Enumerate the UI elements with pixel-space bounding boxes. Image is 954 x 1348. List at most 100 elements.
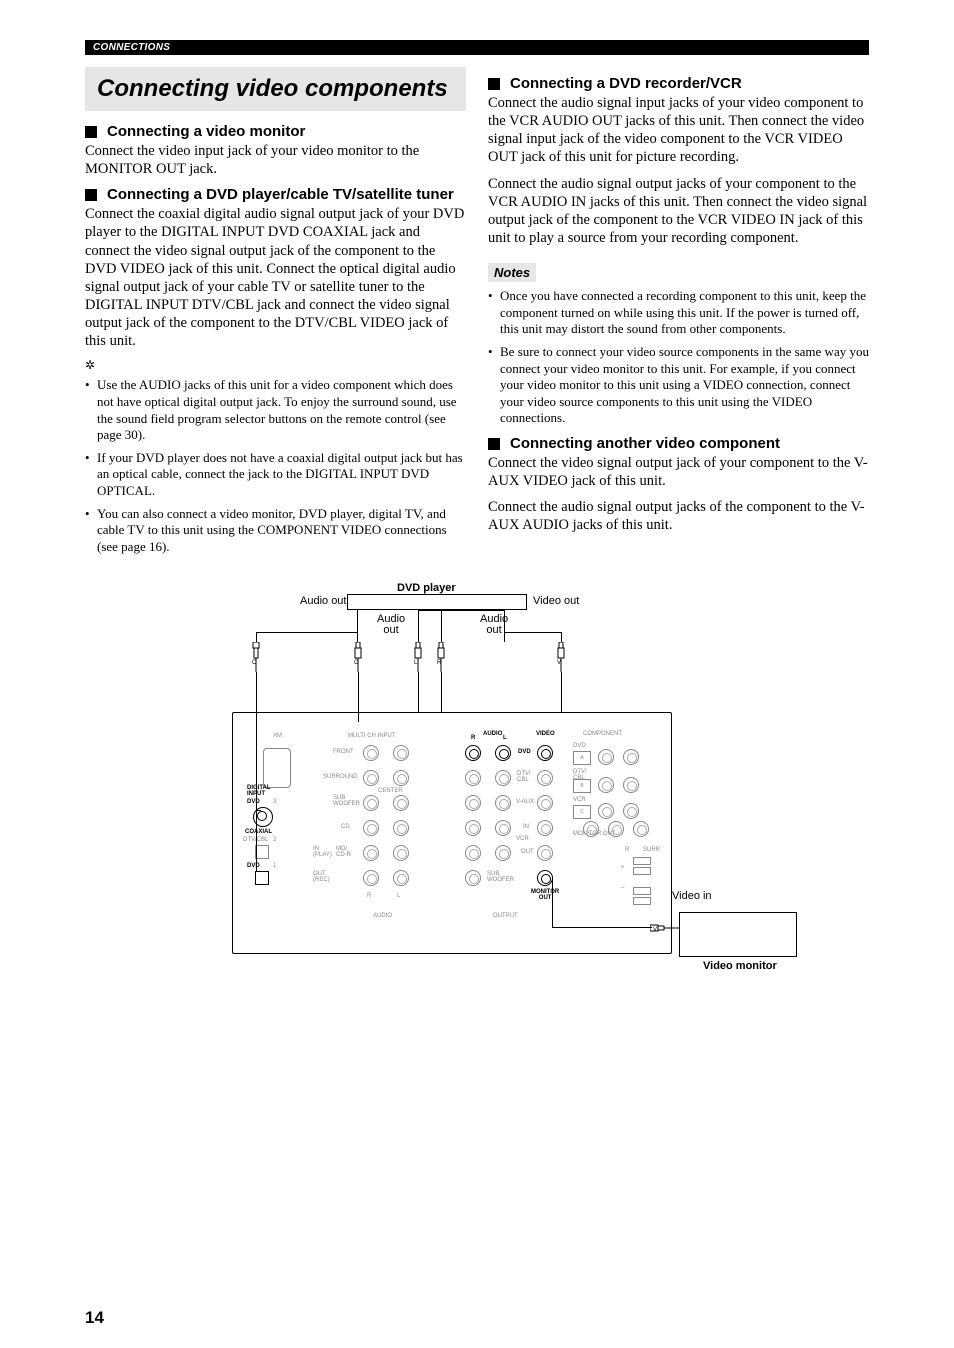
binding-post-icon	[633, 867, 651, 875]
paragraph: Connect the coaxial digital audio signal…	[85, 205, 466, 350]
jack-icon	[623, 803, 639, 819]
plug-label: V	[557, 660, 561, 666]
jack-icon	[598, 777, 614, 793]
wire-line	[418, 672, 419, 712]
video-monitor-box	[679, 912, 797, 957]
section-bar: CONNECTIONS	[85, 40, 869, 55]
binding-post-icon	[633, 897, 651, 905]
jack-icon	[583, 821, 599, 837]
panel-label: MULTI CH INPUT	[348, 733, 396, 739]
wire-line	[256, 712, 257, 872]
panel-label: L	[503, 735, 507, 741]
wire-line	[504, 610, 505, 642]
square-bullet-icon	[488, 438, 500, 450]
jack-optical-dvd	[255, 871, 269, 885]
sub-heading-dvd-player: Connecting a DVD player/cable TV/satelli…	[85, 186, 466, 203]
list-item: If your DVD player does not have a coaxi…	[85, 450, 466, 500]
jack-icon	[537, 820, 553, 836]
sub-heading-text: Connecting another video component	[510, 435, 869, 452]
jack-icon	[393, 820, 409, 836]
jack-icon	[537, 770, 553, 786]
panel-label: R	[367, 893, 371, 899]
left-column: Connecting video components Connecting a…	[85, 67, 466, 562]
wire-line	[552, 877, 553, 927]
wire-line	[441, 672, 442, 712]
panel-label: FRONT	[333, 749, 354, 755]
jack-dvd-audio-r	[465, 745, 481, 761]
paragraph: Connect the audio signal output jacks of…	[488, 498, 869, 534]
panel-label: IN (PLAY)	[313, 846, 332, 858]
panel-label: XM	[273, 733, 282, 739]
wire-line	[561, 632, 562, 642]
square-bullet-icon	[85, 126, 97, 138]
panel-label: VCR	[573, 797, 586, 803]
wire-line	[256, 632, 257, 642]
jack-icon	[393, 870, 409, 886]
jack-icon	[633, 821, 649, 837]
jack-icon	[598, 803, 614, 819]
page-number: 14	[85, 1308, 104, 1328]
list-item: Use the AUDIO jacks of this unit for a v…	[85, 377, 466, 444]
xm-connector-icon	[263, 748, 291, 788]
panel-label: R	[625, 847, 629, 853]
video-monitor-label: Video monitor	[703, 960, 777, 972]
panel-label: L	[397, 893, 400, 899]
audio-out-label: Audio out	[377, 614, 405, 636]
wire-line	[256, 810, 261, 811]
sub-heading-text: Connecting a DVD recorder/VCR	[510, 75, 869, 92]
dvd-player-label: DVD player	[397, 582, 456, 594]
video-in-label: Video in	[672, 890, 712, 902]
panel-label: IN	[523, 824, 529, 830]
jack-icon	[537, 845, 553, 861]
jack-icon	[363, 845, 379, 861]
plug-label: R	[437, 660, 441, 666]
list-item: Be sure to connect your video source com…	[488, 344, 869, 427]
panel-label: DIGITAL INPUT	[247, 785, 271, 797]
plug-video-icon: V	[650, 921, 680, 937]
paragraph: Connect the video signal output jack of …	[488, 454, 869, 490]
component-a-icon: A	[573, 751, 591, 765]
panel-label: V-AUX	[516, 799, 534, 805]
panel-label: COMPONENT	[583, 731, 622, 737]
jack-monitor-out	[537, 870, 553, 886]
plug-label: L	[414, 660, 417, 666]
main-title-wrap: Connecting video components	[85, 67, 466, 111]
tip-icon: ✲	[85, 358, 466, 373]
jack-dvd-audio-l	[495, 745, 511, 761]
plug-audio-r-icon	[435, 642, 447, 672]
wire-line	[418, 610, 419, 642]
content-columns: Connecting video components Connecting a…	[85, 67, 869, 562]
panel-label: OUTPUT	[493, 913, 518, 919]
rear-panel: XM MULTI CH INPUT AUDIO VIDEO COMPONENT …	[232, 712, 672, 954]
jack-icon	[393, 745, 409, 761]
plug-coaxial-icon	[352, 642, 364, 672]
wire-line	[358, 672, 359, 712]
panel-label: DVD	[247, 863, 260, 869]
jack-icon	[537, 795, 553, 811]
panel-label: AUDIO	[483, 731, 502, 737]
panel-label: 2	[273, 837, 276, 843]
panel-label: SUB WOOFER	[333, 795, 360, 807]
panel-label: OUT (REC)	[313, 871, 330, 883]
paragraph: Connect the video input jack of your vid…	[85, 142, 466, 178]
panel-label: SURROUND	[323, 774, 358, 780]
jack-icon	[393, 770, 409, 786]
sub-heading-dvd-recorder: Connecting a DVD recorder/VCR	[488, 75, 869, 92]
paragraph: Connect the audio signal input jacks of …	[488, 94, 869, 167]
panel-label: VCR	[516, 836, 529, 842]
panel-label: SUB WOOFER	[487, 871, 514, 883]
panel-label: DTV/ CBL	[517, 771, 531, 783]
wire-line	[552, 927, 652, 928]
wire-line	[441, 610, 442, 642]
panel-label: CENTER	[378, 788, 403, 794]
sub-heading-another-video: Connecting another video component	[488, 435, 869, 452]
panel-label: COAXIAL	[245, 829, 272, 835]
wire-line	[418, 610, 505, 611]
binding-post-icon	[633, 857, 651, 865]
main-title: Connecting video components	[97, 75, 454, 103]
jack-icon	[363, 795, 379, 811]
panel-label: AUDIO	[373, 913, 392, 919]
jack-icon	[608, 821, 624, 837]
notes-list: Once you have connected a recording comp…	[488, 288, 869, 427]
plug-video-icon	[555, 642, 567, 672]
